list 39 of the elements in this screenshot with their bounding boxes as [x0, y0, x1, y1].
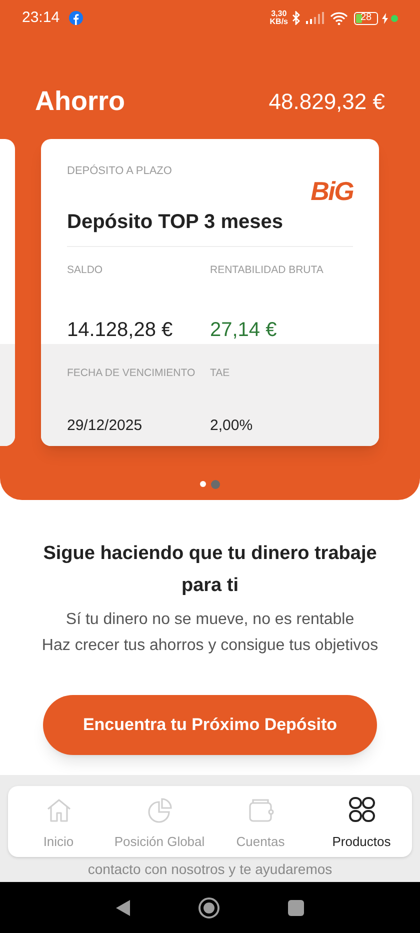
grid-icon [348, 796, 376, 824]
deposit-card[interactable]: DEPÓSITO A PLAZO BiG Depósito TOP 3 meses SALDO 14.128,28 € RENTABILIDAD BRUTA 27,14 € FECHA DE VENCIMIENTO 29/12/2025 TAE 2,00% [41, 138, 379, 446]
nav-tab[interactable]: Inicio [8, 786, 109, 857]
home-icon [44, 796, 72, 824]
network-speed-unit: KB/s [270, 18, 288, 26]
wifi-icon [330, 12, 348, 24]
bank-logo: BiG [310, 178, 353, 204]
facebook-icon [68, 11, 83, 25]
nav-tab[interactable]: Productos [311, 786, 412, 857]
field-value: 27,14 € [210, 318, 278, 343]
charging-icon [382, 12, 388, 24]
promo-title: Sigue haciendo que tu dinero trabaje para ti [42, 542, 378, 598]
field-value: 14.128,28 € [67, 318, 174, 343]
product-type: DEPÓSITO A PLAZO [67, 164, 173, 178]
wallet-icon [246, 796, 274, 824]
promo-text: Sí tu dinero no se mueve, no es rentable [64, 610, 356, 630]
total-balance: 48.829,32 € [268, 88, 385, 116]
field-label: FECHA DE VENCIMIENTO [67, 366, 196, 380]
bluetooth-icon [292, 11, 301, 25]
home-icon[interactable] [198, 896, 220, 918]
section-title: Ahorro [35, 85, 125, 118]
contact-text: contacto con nosotros y te ayudaremos [86, 860, 334, 879]
status-time: 23:14 [22, 8, 60, 28]
deposit-name: Depósito TOP 3 meses [67, 207, 353, 247]
field-value: 29/12/2025 [67, 416, 144, 436]
nav-tab[interactable]: Posición Global [109, 786, 210, 857]
back-icon[interactable] [116, 900, 130, 916]
notification-dot-icon [391, 14, 398, 22]
recents-icon[interactable] [288, 900, 304, 916]
find-deposit-button[interactable]: Encuentra tu Próximo Depósito [43, 695, 377, 755]
network-speed: 3,30 [271, 10, 287, 18]
field-value: 2,00% [210, 416, 254, 436]
field-label: SALDO [67, 263, 104, 278]
field-label: RENTABILIDAD BRUTA [210, 263, 324, 278]
promo-text: Haz crecer tus ahorros y consigue tus objetivos [42, 636, 378, 656]
field-label: TAE [210, 366, 231, 380]
nav-tab[interactable]: Cuentas [210, 786, 311, 857]
signal-icon [306, 12, 324, 24]
pie-chart-icon [146, 796, 174, 824]
